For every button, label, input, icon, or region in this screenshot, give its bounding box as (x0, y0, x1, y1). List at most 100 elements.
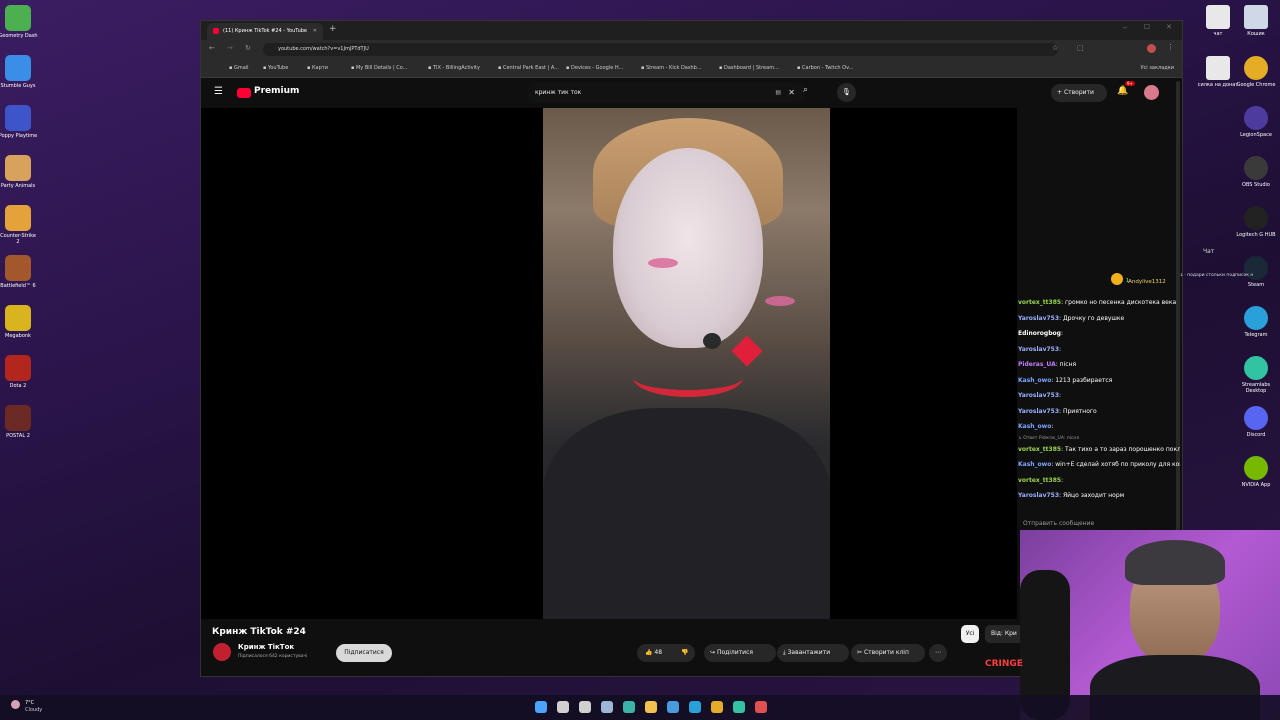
weather-temp[interactable]: 7°C (25, 700, 34, 706)
desktop-icon-label: Battlefield™ 6 (0, 283, 36, 289)
chat-nick[interactable]: Kash_owo (1018, 461, 1051, 468)
bookmark-item[interactable]: ▪ Devices - Google H... (566, 59, 623, 77)
steam-taskbar-icon[interactable] (601, 701, 613, 713)
avatar[interactable] (1144, 85, 1159, 100)
explorer-icon[interactable] (645, 701, 657, 713)
browser-menu-icon[interactable]: ⋮ (1167, 43, 1174, 51)
desktop-icon[interactable]: Battlefield™ 6 (0, 255, 38, 289)
chat-nick[interactable]: Yaroslav753 (1018, 315, 1059, 322)
bookmark-star-icon[interactable]: ☆ (1052, 44, 1058, 52)
download-button[interactable]: ⤓ Завантажити (777, 644, 849, 662)
desktop-icon[interactable]: Google Chrome (1232, 56, 1280, 88)
create-button[interactable]: + Створити (1051, 84, 1107, 102)
bookmark-item[interactable]: ▪ Stream - Kick Dashb... (641, 59, 702, 77)
chat-nick[interactable]: vortex_tt385 (1018, 299, 1061, 306)
desktop-icon[interactable]: Poppy Playtime (0, 105, 38, 139)
tab-close-icon[interactable]: ✕ (313, 23, 317, 40)
channel-avatar[interactable] (213, 643, 231, 661)
mail-icon[interactable] (667, 701, 679, 713)
chat-nick[interactable]: Yaroslav753 (1018, 346, 1059, 353)
youtube-logo-icon[interactable] (237, 88, 251, 98)
minimize-icon[interactable]: – (1123, 23, 1127, 32)
subscribe-button[interactable]: Підписатися (336, 644, 392, 662)
bookmark-item[interactable]: ▪ YouTube (263, 59, 288, 77)
start-icon[interactable] (535, 701, 547, 713)
bookmark-item[interactable]: ▪ Gmail (229, 59, 249, 77)
reload-icon[interactable]: ↻ (245, 44, 251, 52)
telegram-taskbar-icon[interactable] (689, 701, 701, 713)
search-button-icon[interactable]: ⌕ (803, 85, 808, 95)
taskview-icon[interactable] (579, 701, 591, 713)
app-icon (1244, 5, 1268, 29)
weather-desc[interactable]: Cloudy (25, 707, 42, 713)
new-tab-icon[interactable]: + (329, 24, 337, 34)
bookmark-item[interactable]: ▪ Dashboard | Stream... (719, 59, 779, 77)
notifications-bell-icon[interactable]: 🔔 (1117, 86, 1128, 96)
desktop-icon[interactable]: Steam (1232, 256, 1280, 288)
chat-nick[interactable]: vortex_tt385 (1018, 446, 1061, 453)
desktop-icon[interactable]: LegionSpace (1232, 106, 1280, 138)
profile-icon[interactable] (1147, 44, 1156, 53)
chat-nick[interactable]: Pideras_UA (1018, 361, 1056, 368)
extensions-icon[interactable]: ⬚ (1077, 44, 1084, 52)
back-icon[interactable]: ← (209, 44, 215, 52)
chat-nick[interactable]: Yaroslav753 (1018, 408, 1059, 415)
desktop-icon[interactable]: NVIDIA App (1232, 456, 1280, 488)
app-icon (1244, 456, 1268, 480)
desktop-icon[interactable]: Telegram (1232, 306, 1280, 338)
desktop-icon[interactable]: Discord (1232, 406, 1280, 438)
video-frame[interactable] (543, 108, 830, 619)
desktop-icon[interactable]: Party Animals (0, 155, 38, 189)
hamburger-menu-icon[interactable]: ☰ (214, 86, 223, 97)
chip-all[interactable]: Усі (961, 625, 979, 643)
voice-search-icon[interactable]: 🎙 (837, 83, 856, 102)
chat-nick[interactable]: Kash_owo (1018, 377, 1051, 384)
streamlabs-taskbar-icon[interactable] (733, 701, 745, 713)
desktop-icon[interactable]: OBS Studio (1232, 156, 1280, 188)
chat-message: vortex_tt385: Так тихо а то зараз пороше… (1010, 442, 1180, 458)
edge-icon[interactable] (623, 701, 635, 713)
desktop-icon-label: Dota 2 (9, 383, 27, 389)
bookmark-item[interactable]: ▪ TIX - BillingActivity (428, 59, 480, 77)
channel-name[interactable]: Кринж ТікТок (238, 643, 294, 651)
bookmark-item[interactable]: ▪ My Bill Details | Co... (351, 59, 407, 77)
clear-search-icon[interactable]: ✕ (788, 83, 795, 103)
desktop-icon[interactable]: Stumble Guys (0, 55, 38, 89)
dislike-button[interactable]: 👎 (681, 644, 688, 662)
chip-from[interactable]: Від: Кри (985, 625, 1023, 643)
clip-button[interactable]: ✂ Створити кліп (851, 644, 925, 662)
browser-tab[interactable]: (11) Кринж TikTok #24 - YouTube ✕ (207, 23, 323, 40)
all-bookmarks[interactable]: Усі закладки (1140, 59, 1174, 77)
video-player[interactable] (201, 108, 1017, 619)
desktop-icon-label: Poppy Playtime (0, 133, 38, 139)
bookmark-item[interactable]: ▪ Карти (307, 59, 328, 77)
chat-nick[interactable]: Yaroslav753 (1018, 492, 1059, 499)
chat-nick[interactable]: Edinorogbog (1018, 330, 1061, 337)
app-taskbar-icon[interactable] (755, 701, 767, 713)
window-close-icon[interactable]: ✕ (1166, 23, 1172, 31)
desktop-icon[interactable]: Кошик (1232, 5, 1280, 37)
search-input[interactable]: кринж тик ток ▤ ✕ (527, 83, 805, 103)
desktop-icon[interactable]: POSTAL 2 (0, 405, 38, 439)
more-actions-button[interactable]: ⋯ (929, 644, 947, 662)
bookmark-item[interactable]: ▪ Carbon - Twitch Ov... (797, 59, 853, 77)
share-button[interactable]: ↪ Поділитися (704, 644, 776, 662)
search-icon[interactable] (557, 701, 569, 713)
chat-nick[interactable]: Kash_owo (1018, 423, 1051, 430)
desktop-icon[interactable]: Counter-Strike 2 (0, 205, 38, 245)
desktop-icon[interactable]: Dota 2 (0, 355, 38, 389)
bookmark-item[interactable]: ▪ Central Park East | A... (498, 59, 559, 77)
maximize-icon[interactable]: ☐ (1144, 23, 1150, 31)
url-field[interactable]: youtube.com/watch?v=v1JmJPTdTJU (263, 43, 1058, 56)
chat-nick[interactable]: vortex_tt385 (1018, 477, 1061, 484)
chrome-taskbar-icon[interactable] (711, 701, 723, 713)
desktop-icon[interactable]: Geometry Dash (0, 5, 38, 39)
chat-nick[interactable]: Yaroslav753 (1018, 392, 1059, 399)
desktop-icon[interactable]: Megabonk (0, 305, 38, 339)
forward-icon[interactable]: → (227, 44, 233, 52)
keyboard-icon[interactable]: ▤ (775, 83, 781, 103)
desktop-icon[interactable]: Streamlabs Desktop (1232, 356, 1280, 394)
desktop-icon-label: OBS Studio (1242, 182, 1270, 188)
like-button[interactable]: 👍 48 (645, 644, 662, 662)
desktop-icon[interactable]: Logitech G HUB (1232, 206, 1280, 238)
